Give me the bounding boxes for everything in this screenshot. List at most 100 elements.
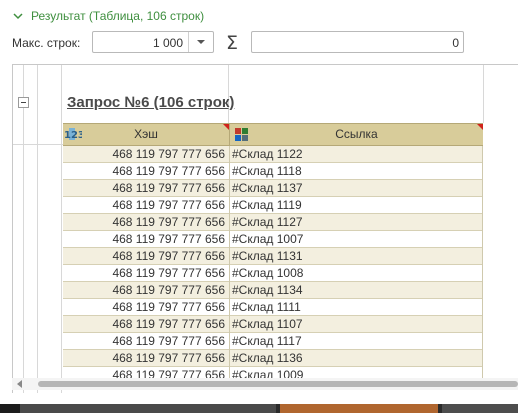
cell-hash: 468 119 797 777 656 bbox=[112, 164, 225, 178]
cell-hash: 468 119 797 777 656 bbox=[112, 283, 225, 297]
cell-link: #Склад 1007 bbox=[232, 232, 304, 246]
cell-link: #Склад 1118 bbox=[232, 164, 302, 178]
table-row[interactable]: 468 119 797 777 656 #Склад 1107 bbox=[63, 316, 483, 333]
cell-divider bbox=[229, 197, 230, 214]
reference-type-icon bbox=[235, 128, 248, 141]
column-header-hash[interactable]: 123 Хэш bbox=[63, 124, 230, 145]
cell-link: #Склад 1119 bbox=[232, 198, 302, 212]
cell-divider bbox=[482, 146, 483, 163]
results-grid: Запрос №6 (106 строк) 123 Хэш Ссылка bbox=[12, 64, 518, 393]
table-row[interactable]: 468 119 797 777 656 #Склад 1134 bbox=[63, 282, 483, 299]
cell-hash: 468 119 797 777 656 bbox=[112, 198, 225, 212]
cell-link: #Склад 1134 bbox=[232, 283, 303, 297]
number-type-icon: 123 bbox=[64, 128, 82, 140]
cell-hash: 468 119 797 777 656 bbox=[112, 232, 225, 246]
table-row[interactable]: 468 119 797 777 656 #Склад 1137 bbox=[63, 180, 483, 197]
grid-divider bbox=[23, 65, 24, 393]
table-row[interactable]: 468 119 797 777 656 #Склад 1122 bbox=[63, 146, 483, 163]
cell-divider bbox=[482, 197, 483, 214]
cell-link: #Склад 1111 bbox=[232, 300, 301, 314]
table-row[interactable]: 468 119 797 777 656 #Склад 1119 bbox=[63, 197, 483, 214]
column-header-link[interactable]: Ссылка bbox=[230, 124, 483, 145]
max-rows-label: Макс. строк: bbox=[12, 36, 81, 50]
cell-divider bbox=[482, 350, 483, 367]
scrollbar-thumb[interactable] bbox=[38, 381, 518, 387]
cell-divider bbox=[229, 231, 230, 248]
cell-divider bbox=[482, 163, 483, 180]
cell-hash: 468 119 797 777 656 bbox=[112, 351, 225, 365]
cell-hash: 468 119 797 777 656 bbox=[112, 215, 225, 229]
cell-link: #Склад 1136 bbox=[232, 351, 303, 365]
query-title: Запрос №6 (106 строк) bbox=[67, 94, 235, 111]
cell-divider bbox=[482, 316, 483, 333]
cell-divider bbox=[482, 333, 483, 350]
max-rows-input[interactable]: 1 000 bbox=[92, 31, 214, 53]
cell-link: #Склад 1107 bbox=[232, 317, 303, 331]
table-row[interactable]: 468 119 797 777 656 #Склад 1118 bbox=[63, 163, 483, 180]
sum-field[interactable]: 0 bbox=[251, 31, 464, 53]
cell-divider bbox=[482, 282, 483, 299]
column-label-link: Ссылка bbox=[335, 127, 378, 141]
grid-divider bbox=[483, 65, 484, 123]
result-section-toggle[interactable]: Результат (Таблица, 106 строк) bbox=[12, 7, 204, 25]
table-body: 468 119 797 777 656 #Склад 1122 468 119 79… bbox=[63, 146, 483, 384]
taskbar bbox=[0, 404, 518, 413]
table-row[interactable]: 468 119 797 777 656 #Склад 1007 bbox=[63, 231, 483, 248]
cell-divider bbox=[229, 350, 230, 367]
column-label-hash: Хэш bbox=[134, 127, 158, 141]
cell-hash: 468 119 797 777 656 bbox=[112, 249, 225, 263]
cell-link: #Склад 1008 bbox=[232, 266, 304, 280]
column-corner-marker bbox=[477, 124, 483, 130]
cell-divider bbox=[482, 299, 483, 316]
chevron-down-icon bbox=[13, 13, 23, 20]
cell-hash: 468 119 797 777 656 bbox=[112, 300, 225, 314]
grid-divider bbox=[37, 65, 38, 393]
cell-hash: 468 119 797 777 656 bbox=[112, 266, 225, 280]
cell-divider bbox=[229, 146, 230, 163]
sum-icon: Σ bbox=[226, 32, 239, 54]
table-row[interactable]: 468 119 797 777 656 #Склад 1111 bbox=[63, 299, 483, 316]
cell-divider bbox=[229, 180, 230, 197]
collapse-group-button[interactable] bbox=[18, 97, 29, 108]
cell-divider bbox=[229, 282, 230, 299]
cell-link: #Склад 1131 bbox=[232, 249, 303, 263]
svg-text:123: 123 bbox=[64, 130, 82, 140]
cell-divider bbox=[482, 214, 483, 231]
table-row[interactable]: 468 119 797 777 656 #Склад 1008 bbox=[63, 265, 483, 282]
grid-divider bbox=[13, 144, 63, 145]
grid-divider bbox=[61, 65, 62, 393]
cell-link: #Склад 1137 bbox=[232, 181, 303, 195]
cell-link: #Склад 1117 bbox=[232, 334, 302, 348]
column-corner-marker bbox=[223, 124, 229, 130]
taskbar-segment[interactable] bbox=[442, 404, 518, 413]
cell-hash: 468 119 797 777 656 bbox=[112, 334, 225, 348]
cell-divider bbox=[229, 299, 230, 316]
cell-divider bbox=[229, 214, 230, 231]
table-row[interactable]: 468 119 797 777 656 #Склад 1131 bbox=[63, 248, 483, 265]
table-row[interactable]: 468 119 797 777 656 #Склад 1136 bbox=[63, 350, 483, 367]
cell-divider bbox=[229, 333, 230, 350]
table-row[interactable]: 468 119 797 777 656 #Склад 1117 bbox=[63, 333, 483, 350]
cell-divider bbox=[482, 231, 483, 248]
horizontal-scrollbar[interactable] bbox=[12, 378, 518, 390]
cell-link: #Склад 1127 bbox=[232, 215, 303, 229]
cell-divider bbox=[229, 163, 230, 180]
result-section-label: Результат (Таблица, 106 строк) bbox=[31, 9, 205, 23]
cell-divider bbox=[229, 316, 230, 333]
sum-value: 0 bbox=[452, 36, 459, 50]
result-table: 123 Хэш Ссылка 468 119 797 777 656 #Склад… bbox=[63, 123, 483, 384]
max-rows-value: 1 000 bbox=[152, 36, 183, 50]
taskbar-segment[interactable] bbox=[20, 404, 276, 413]
cell-link: #Склад 1122 bbox=[232, 147, 303, 161]
cell-hash: 468 119 797 777 656 bbox=[112, 317, 225, 331]
table-row[interactable]: 468 119 797 777 656 #Склад 1127 bbox=[63, 214, 483, 231]
scroll-left-icon[interactable] bbox=[17, 380, 22, 388]
taskbar-segment[interactable] bbox=[0, 404, 20, 413]
cell-hash: 468 119 797 777 656 bbox=[112, 147, 225, 161]
taskbar-segment-active[interactable] bbox=[280, 404, 438, 413]
chevron-down-icon bbox=[197, 40, 205, 44]
cell-divider bbox=[229, 248, 230, 265]
max-rows-dropdown-button[interactable] bbox=[188, 32, 213, 52]
cell-hash: 468 119 797 777 656 bbox=[112, 181, 225, 195]
cell-divider bbox=[482, 180, 483, 197]
